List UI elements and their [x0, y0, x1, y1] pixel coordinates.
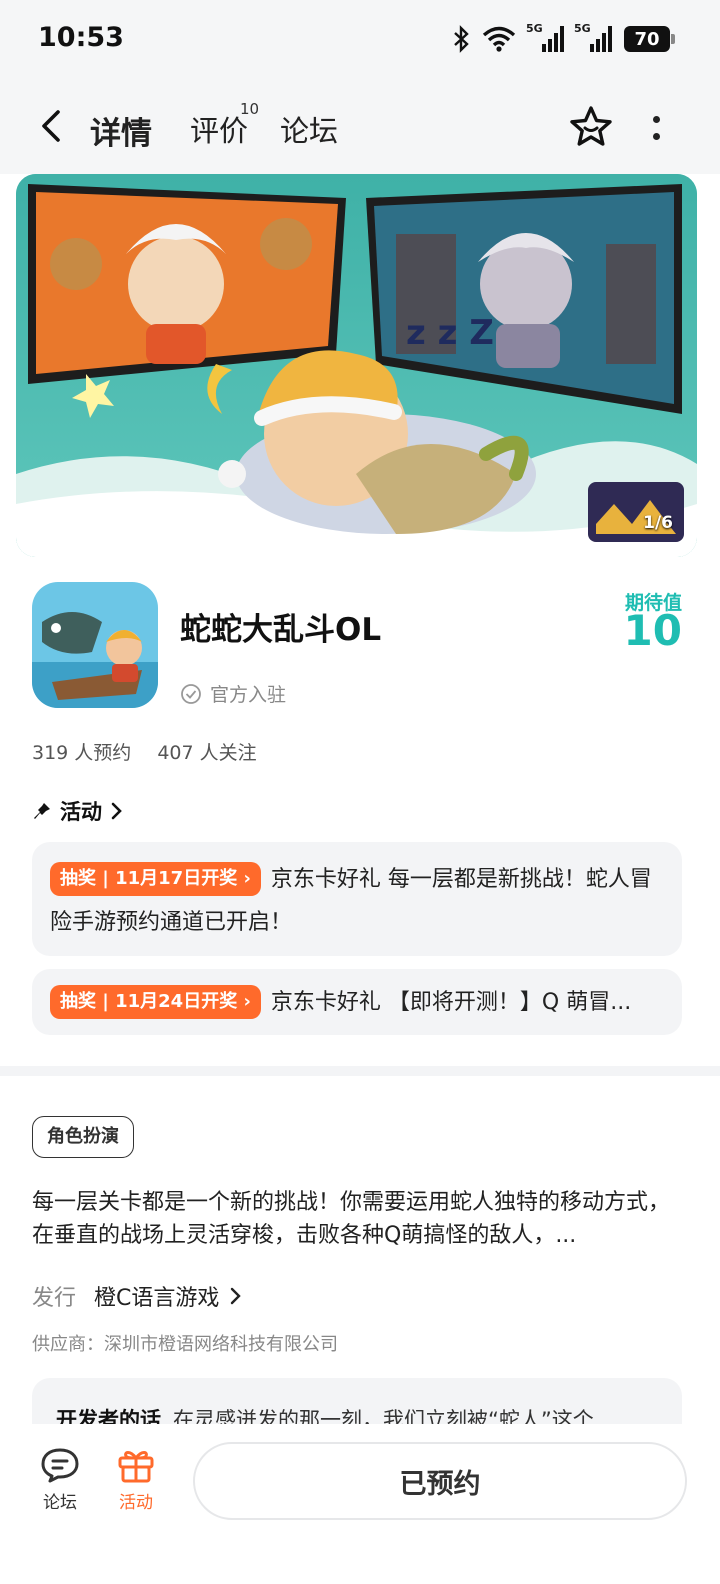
cell-signal-icon: 5G	[526, 22, 564, 52]
forum-chat-icon	[41, 1448, 79, 1483]
supplier-info: 供应商：深圳市橙语网络科技有限公司	[32, 1334, 338, 1355]
activity-text: 京东卡好礼 【即将开测！】Q 萌冒...	[270, 990, 632, 1015]
status-icons: 5G 5G 70	[452, 22, 675, 56]
reserved-button[interactable]: 已预约	[193, 1442, 687, 1520]
publisher-label: 发行	[32, 1286, 77, 1311]
gift-icon	[118, 1451, 154, 1483]
game-app-icon	[32, 582, 158, 708]
more-options-icon[interactable]	[645, 112, 667, 144]
tab-review[interactable]: 评价 10	[190, 100, 259, 150]
pin-icon	[34, 803, 50, 819]
game-description[interactable]: 每一层关卡都是一个新的挑战！你需要运用蛇人独特的移动方式，在垂直的战场上灵活穿梭…	[32, 1186, 682, 1252]
battery-icon: 70	[624, 26, 675, 52]
top-nav: 详情 评价 10 论坛	[0, 78, 720, 174]
publisher-name: 橙C语言游戏	[94, 1286, 220, 1311]
section-divider	[0, 1066, 720, 1076]
follow-count: 407 人关注	[157, 742, 257, 764]
favorite-star-icon[interactable]	[568, 104, 614, 150]
banner-artwork: z z Z	[16, 174, 697, 557]
tab-forum[interactable]: 论坛	[280, 108, 338, 150]
verified-check-icon	[181, 683, 201, 704]
forum-button[interactable]: 论坛	[30, 1446, 90, 1513]
wifi-icon	[482, 26, 516, 52]
lottery-tag: 抽奖 | 11月24日开奖 ›	[50, 985, 261, 1019]
activity-card[interactable]: 抽奖 | 11月17日开奖 › 京东卡好礼 每一层都是新挑战！蛇人冒险手游预约通道…	[32, 842, 682, 956]
lottery-tag: 抽奖 | 11月17日开奖 ›	[50, 862, 261, 896]
genre-tag[interactable]: 角色扮演	[32, 1116, 134, 1158]
status-time: 10:53	[38, 22, 124, 53]
review-count-badge: 10	[240, 100, 260, 118]
activity-section-header[interactable]: 活动	[32, 796, 124, 826]
bluetooth-icon	[454, 25, 469, 53]
back-arrow-icon[interactable]	[36, 106, 66, 146]
chevron-right-icon	[231, 1287, 242, 1305]
expectation-value: 10	[623, 606, 682, 655]
bottom-action-bar: 论坛 活动 已预约	[0, 1424, 720, 1584]
official-badge: 官方入驻	[180, 680, 286, 707]
chevron-right-icon	[111, 802, 122, 820]
activity-button[interactable]: 活动	[106, 1446, 166, 1513]
banner-page-counter: 1/6	[643, 513, 673, 533]
activity-card[interactable]: 抽奖 | 11月24日开奖 › 京东卡好礼 【即将开测！】Q 萌冒...	[32, 969, 682, 1035]
svg-text:z z Z: z z Z	[406, 313, 494, 353]
game-banner[interactable]: z z Z 1/6	[16, 174, 697, 557]
status-bar: 10:53 5G 5G 70	[0, 0, 720, 78]
tab-detail[interactable]: 详情	[86, 108, 156, 153]
cell-signal-icon-2: 5G	[574, 22, 612, 52]
publisher-row[interactable]: 发行 橙C语言游戏	[32, 1280, 245, 1312]
game-title: 蛇蛇大乱斗OL	[180, 612, 382, 648]
reservation-count: 319 人预约	[32, 742, 132, 764]
game-stats: 319 人预约 407 人关注	[32, 738, 257, 765]
